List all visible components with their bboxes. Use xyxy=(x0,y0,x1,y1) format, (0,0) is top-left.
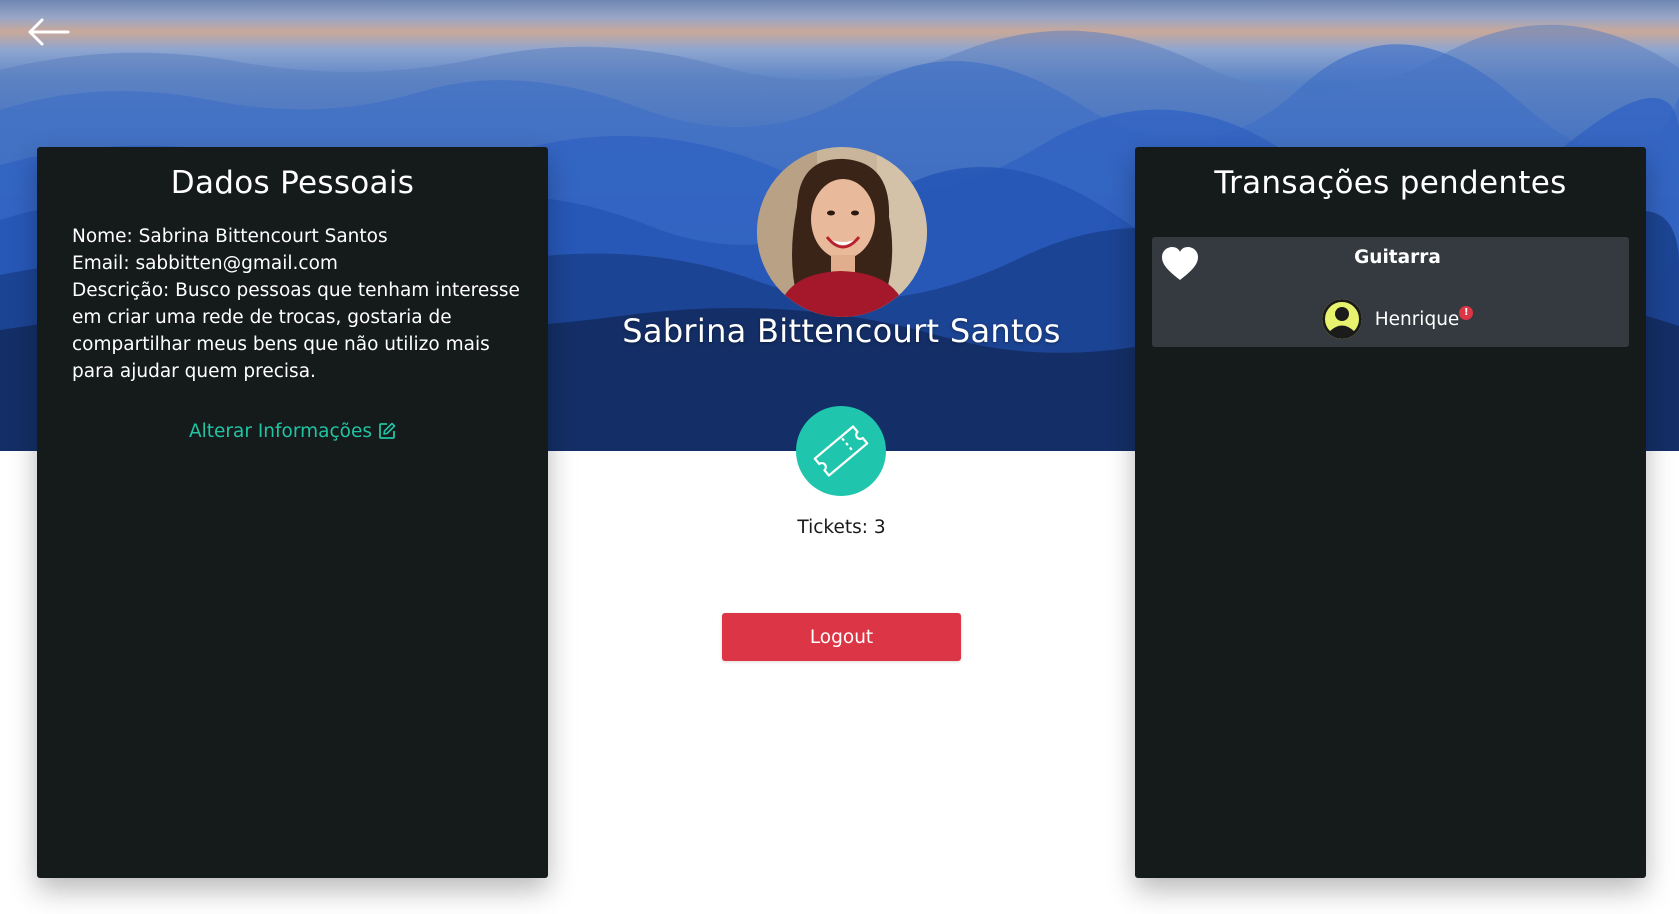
description-line: Descrição: Busco pessoas que tenham inte… xyxy=(72,280,520,382)
back-arrow-icon xyxy=(28,18,70,46)
personal-info: Nome: Sabrina Bittencourt Santos Email: … xyxy=(72,223,522,385)
ticket-icon xyxy=(813,425,869,477)
logout-button[interactable]: Logout xyxy=(722,613,961,661)
email-line: Email: sabbitten@gmail.com xyxy=(72,253,338,274)
transaction-card[interactable]: Guitarra Henrique ! xyxy=(1152,237,1629,347)
back-button[interactable] xyxy=(26,14,72,50)
edit-info-label: Alterar Informações xyxy=(188,421,373,442)
profile-column: Sabrina Bittencourt Santos Tickets: 3 Lo… xyxy=(548,0,1135,914)
alert-icon: ! xyxy=(1459,305,1474,320)
edit-icon xyxy=(379,422,396,439)
personal-data-title: Dados Pessoais xyxy=(170,165,415,201)
pending-transactions-panel: Transações pendentes Guitarra Henrique ! xyxy=(1135,147,1646,878)
tickets-count: Tickets: 3 xyxy=(797,517,886,538)
profile-name: Sabrina Bittencourt Santos xyxy=(622,312,1061,350)
edit-info-link[interactable]: Alterar Informações xyxy=(37,421,548,442)
transaction-user-name: Henrique ! xyxy=(1374,305,1474,330)
transaction-user[interactable]: Henrique ! xyxy=(1152,299,1629,339)
user-name-text: Henrique xyxy=(1374,308,1460,330)
avatar xyxy=(757,147,927,317)
ticket-badge xyxy=(796,406,886,496)
name-line: Nome: Sabrina Bittencourt Santos xyxy=(72,226,388,247)
transaction-item-name: Guitarra xyxy=(1354,247,1441,268)
pending-transactions-title: Transações pendentes xyxy=(1214,165,1567,201)
profile-photo xyxy=(757,147,927,317)
personal-data-panel: Dados Pessoais Nome: Sabrina Bittencourt… xyxy=(37,147,548,878)
user-icon xyxy=(1321,299,1362,339)
